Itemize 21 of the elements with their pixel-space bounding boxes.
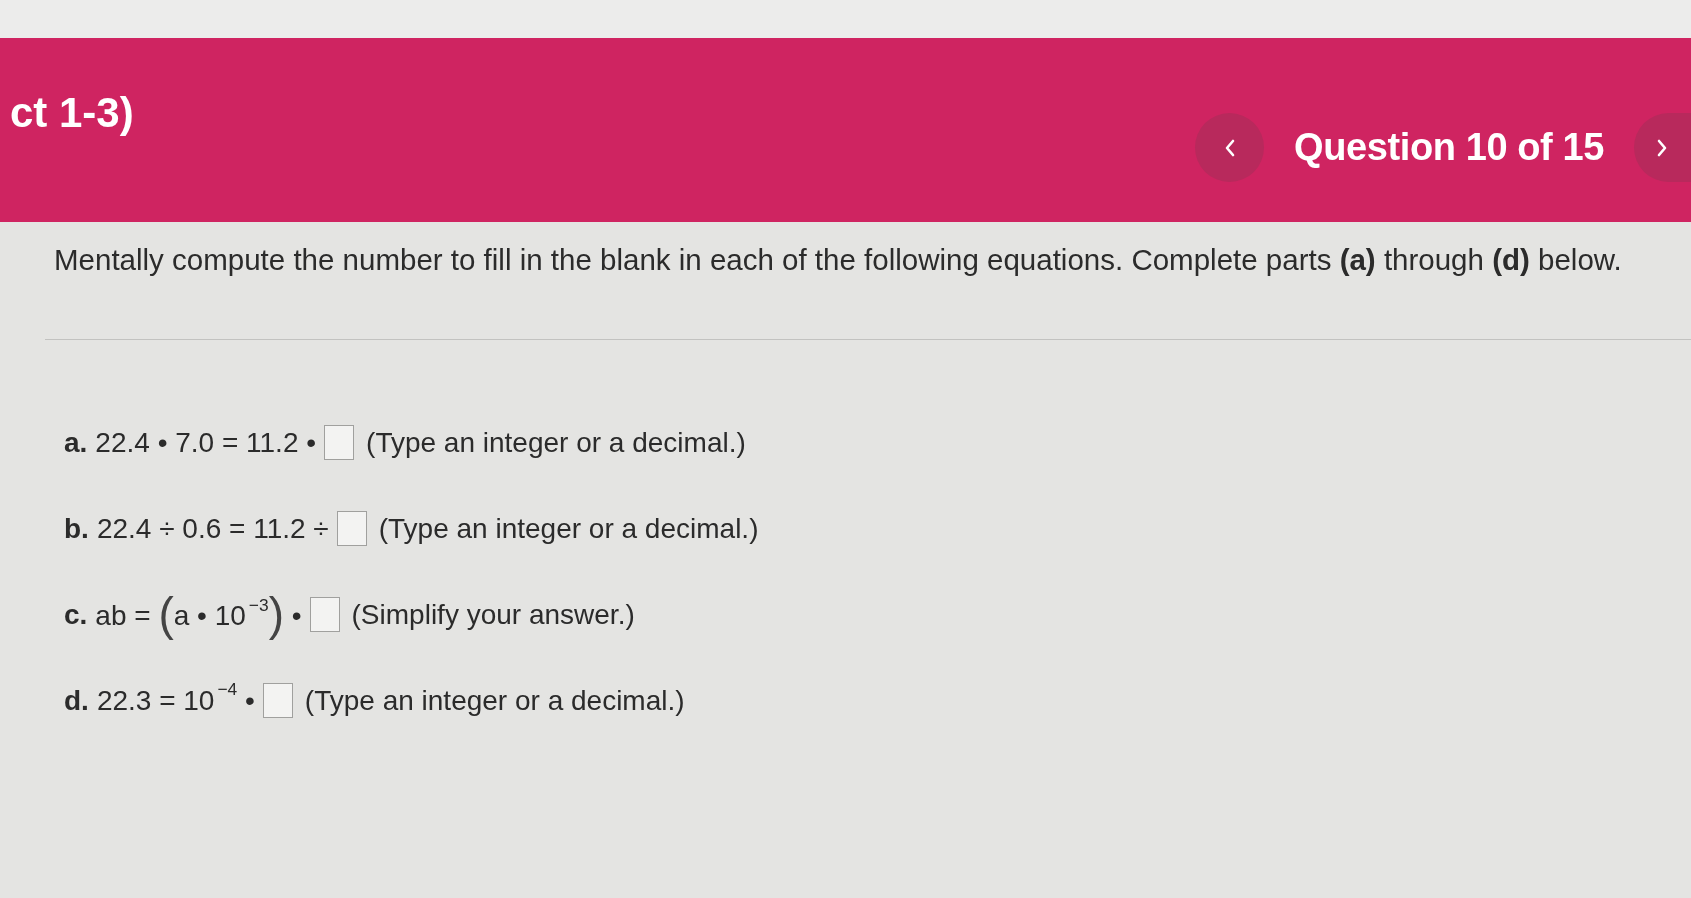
chevron-left-icon — [1224, 138, 1236, 157]
assignment-title: ct 1-3) — [9, 90, 134, 137]
part-label: a. — [64, 425, 88, 460]
instructions-text: Mentally compute the number to fill in the blank in each of the following equations. Complete parts (a) through (d) below. — [54, 242, 1623, 278]
hint-text: (Simplify your answer.) — [351, 597, 635, 632]
part-label: c. — [64, 597, 88, 632]
chevron-right-icon — [1657, 138, 1668, 157]
part-label: d. — [64, 683, 89, 718]
hint-text: (Type an integer or a decimal.) — [304, 683, 685, 718]
hint-text: (Type an integer or a decimal.) — [378, 511, 759, 546]
equation-text: 22.4 • 7.0 = 11.2 • — [95, 425, 317, 460]
equation-text: 22.4 ÷ 0.6 = 11.2 ÷ — [96, 511, 329, 546]
answer-box[interactable] — [309, 596, 340, 632]
answer-box[interactable] — [262, 682, 293, 718]
answer-box[interactable] — [324, 424, 355, 460]
part-label: b. — [64, 511, 89, 546]
answer-box[interactable] — [336, 510, 367, 546]
question-counter: Question 10 of 15 — [1294, 126, 1604, 169]
hint-text: (Type an integer or a decimal.) — [366, 425, 746, 460]
equation-text: 22.3 = 10$^{−4}$ • — [96, 683, 255, 718]
next-button[interactable] — [1634, 113, 1691, 182]
